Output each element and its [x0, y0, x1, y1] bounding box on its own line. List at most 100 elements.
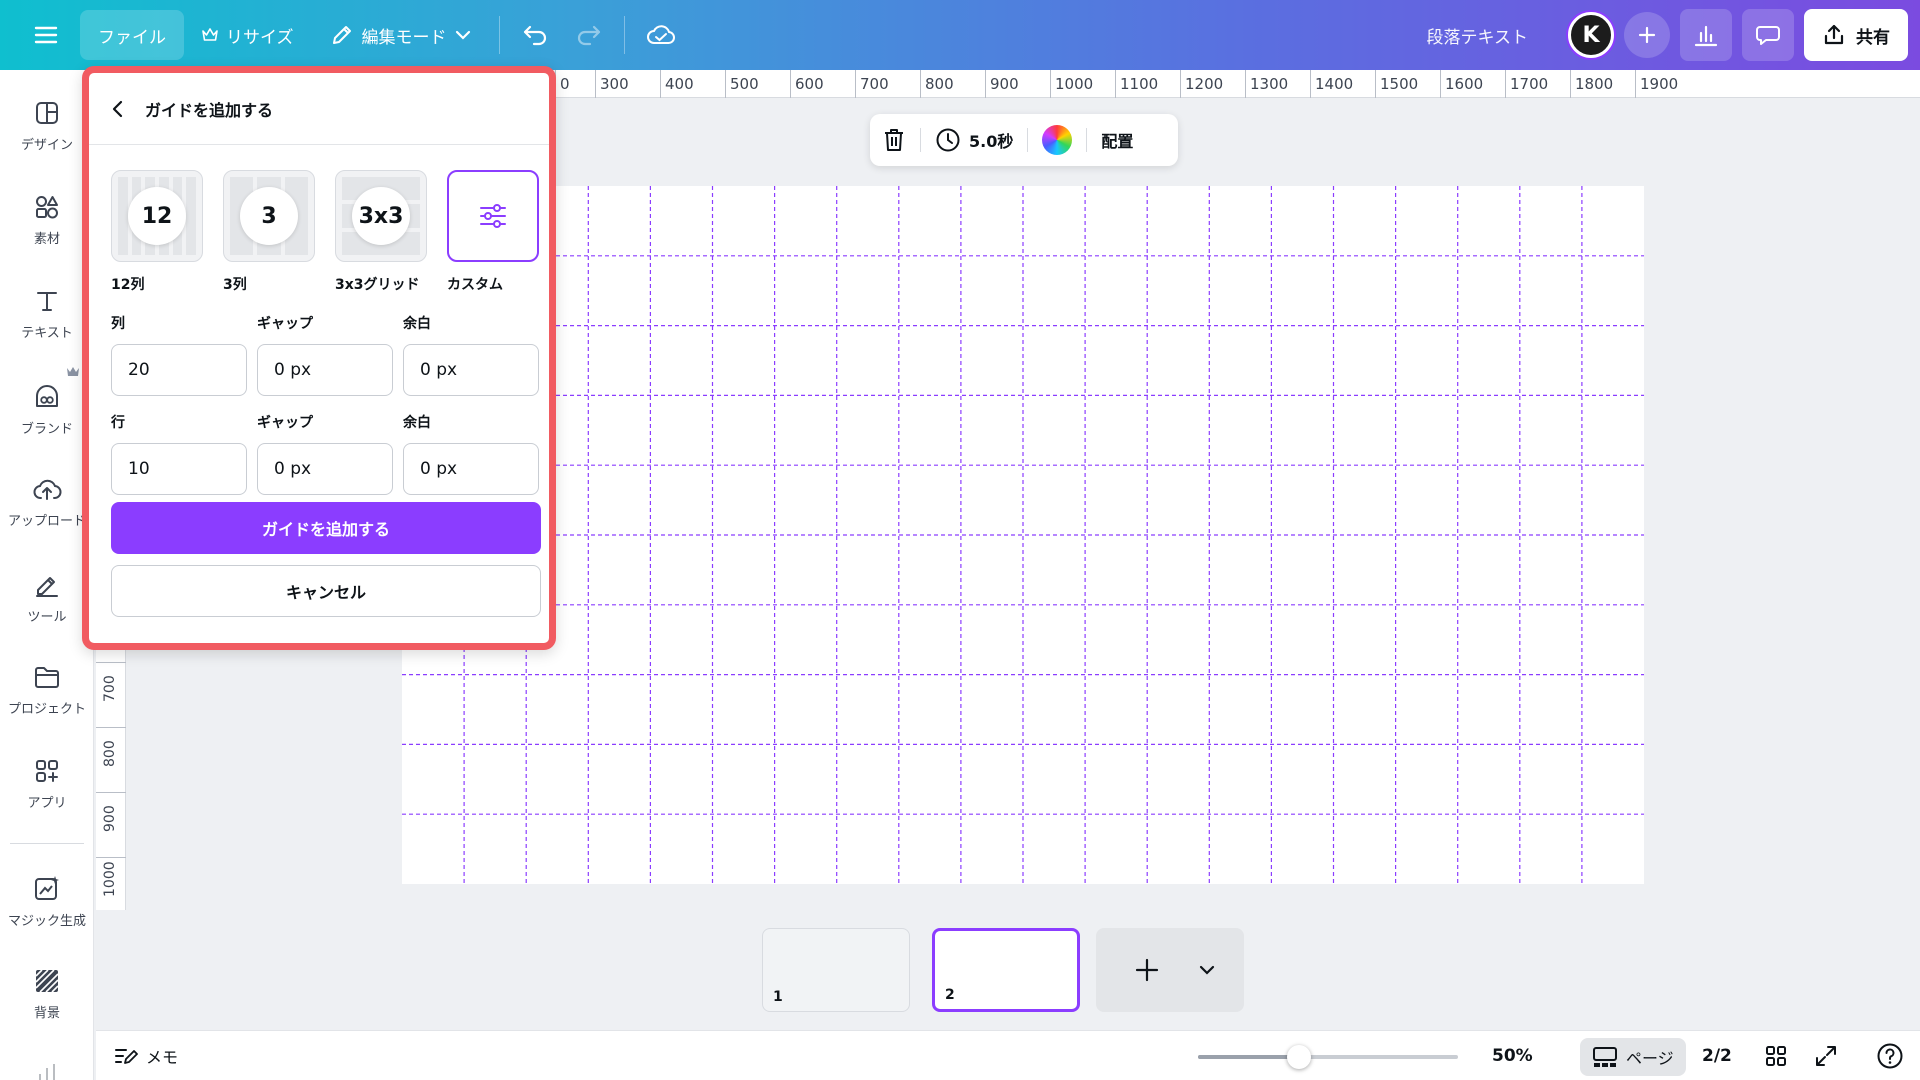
column-gap-input[interactable] — [257, 344, 393, 396]
pages-view-button[interactable]: ページ — [1580, 1038, 1686, 1076]
document-title[interactable]: 段落テキスト — [1427, 23, 1529, 48]
resize-button[interactable]: リサイズ — [184, 10, 312, 60]
duration-label: 5.0秒 — [969, 132, 1014, 151]
row-margin-input[interactable] — [403, 443, 539, 495]
plus-icon[interactable] — [1134, 957, 1160, 983]
ruler-label: 300 — [600, 75, 629, 93]
cloud-saved-icon[interactable] — [635, 9, 687, 61]
ruler-label: 1900 — [1640, 75, 1679, 93]
sidebar-item-apps[interactable]: アプリ — [0, 758, 94, 811]
ruler-label: 1200 — [1185, 75, 1224, 93]
sidebar-item-elements[interactable]: 素材 — [0, 194, 94, 247]
add-page-button[interactable] — [1096, 928, 1244, 1012]
preset-12-columns[interactable]: 12 — [111, 170, 203, 262]
add-collaborator-button[interactable] — [1624, 12, 1670, 58]
toolbar-separator — [1027, 128, 1029, 152]
edit-mode-button[interactable]: 編集モード — [312, 10, 489, 60]
redo-icon[interactable] — [562, 9, 614, 61]
add-guides-panel: ガイドを追加する 12 3 3x3 12列 3列 3x3グリッド カスタム 列 … — [82, 66, 556, 650]
share-label: 共有 — [1856, 27, 1890, 48]
column-margin-input[interactable] — [403, 344, 539, 396]
zoom-percent[interactable]: 50% — [1492, 1031, 1533, 1080]
preset-custom[interactable] — [447, 170, 539, 262]
ruler-tick — [595, 70, 596, 98]
arrange-button[interactable]: 配置 — [1101, 128, 1133, 152]
sidebar-item-label: デザイン — [20, 138, 73, 153]
color-picker-icon[interactable] — [1042, 125, 1073, 155]
insights-button[interactable] — [1680, 9, 1732, 61]
sidebar-item-brand[interactable]: ブランド — [0, 382, 94, 437]
sidebar-item-projects[interactable]: プロジェクト — [0, 664, 94, 717]
sidebar-item-tools[interactable]: ツール — [0, 570, 94, 625]
avatar[interactable]: K — [1568, 12, 1614, 58]
page-count[interactable]: 2/2 — [1702, 1031, 1732, 1080]
page-number: 2 — [945, 987, 955, 1003]
preset-3-columns[interactable]: 3 — [223, 170, 315, 262]
ruler-tick — [725, 70, 726, 98]
ruler-tick — [985, 70, 986, 98]
row-gap-input[interactable] — [257, 443, 393, 495]
panel-header: ガイドを追加する — [89, 73, 549, 145]
plus-icon — [1638, 26, 1656, 44]
ruler-label: 700 — [860, 75, 889, 93]
crown-icon — [67, 367, 79, 376]
elements-icon — [36, 196, 58, 219]
sidebar-item-label: アプリ — [27, 796, 67, 811]
preset-3x3-grid[interactable]: 3x3 — [335, 170, 427, 262]
share-button[interactable]: 共有 — [1804, 9, 1908, 61]
back-arrow-icon[interactable] — [111, 100, 125, 118]
undo-icon[interactable] — [510, 9, 562, 61]
sidebar-item-design[interactable]: デザイン — [0, 100, 94, 153]
sidebar-item-background[interactable]: 背景 — [0, 968, 94, 1021]
columns-label: 列 — [111, 316, 125, 332]
add-guides-button[interactable]: ガイドを追加する — [111, 502, 541, 554]
ruler-label: 1600 — [1445, 75, 1484, 93]
columns-input[interactable] — [111, 344, 247, 396]
sidebar-item-upload[interactable]: アップロード — [0, 476, 94, 529]
left-sidebar: デザイン 素材 テキスト ブランド アップロード ツール プロジェクト アプリ … — [0, 70, 94, 1080]
help-icon[interactable] — [1876, 1031, 1904, 1080]
vertical-ruler: 700 800 900 1000 — [96, 640, 126, 910]
bar-chart-icon — [1694, 25, 1718, 47]
ruler-label: 1500 — [1380, 75, 1419, 93]
ruler-label: 900 — [102, 805, 118, 832]
ruler-label: 900 — [990, 75, 1019, 93]
page-thumbnail-2[interactable]: 2 — [932, 928, 1080, 1012]
design-canvas[interactable] — [402, 186, 1644, 884]
sidebar-item-label: 素材 — [33, 232, 60, 247]
tools-icon — [36, 577, 58, 597]
page-thumbnail-1[interactable]: 1 — [762, 928, 910, 1012]
ruler-tick — [1635, 70, 1636, 98]
ruler-tick — [1505, 70, 1506, 98]
sidebar-item-magic[interactable]: マジック生成 — [0, 874, 94, 929]
sidebar-item-text[interactable]: テキスト — [0, 288, 94, 341]
zoom-slider[interactable] — [1198, 1045, 1458, 1069]
fullscreen-icon[interactable] — [1814, 1031, 1838, 1080]
cancel-button[interactable]: キャンセル — [111, 565, 541, 617]
rows-input[interactable] — [111, 443, 247, 495]
notes-button[interactable]: メモ — [114, 1031, 178, 1080]
ruler-label: 700 — [102, 675, 118, 702]
crown-icon — [202, 28, 218, 41]
ruler-tick — [1050, 70, 1051, 98]
file-menu-label: ファイル — [98, 27, 166, 48]
trash-icon[interactable] — [882, 127, 906, 153]
ruler-tick — [855, 70, 856, 98]
column-gap-label: ギャップ — [257, 316, 313, 332]
preset-label: 3x3グリッド — [335, 277, 420, 293]
pages-icon — [1593, 1047, 1617, 1067]
ruler-tick — [1440, 70, 1441, 98]
ruler-tick — [96, 662, 126, 663]
chevron-down-icon[interactable] — [1198, 964, 1216, 976]
comments-button[interactable] — [1742, 9, 1794, 61]
ruler-label: 500 — [730, 75, 759, 93]
menu-icon[interactable] — [20, 9, 72, 61]
file-menu-button[interactable]: ファイル — [80, 10, 184, 60]
ruler-label: 1000 — [1055, 75, 1094, 93]
grid-view-icon[interactable] — [1764, 1031, 1788, 1080]
zoom-slider-handle[interactable] — [1287, 1045, 1311, 1069]
preset-symbol: 3x3 — [352, 187, 410, 245]
duration-button[interactable]: 5.0秒 — [935, 127, 1013, 153]
guide-grid — [402, 186, 1644, 884]
preset-symbol: 12 — [128, 187, 186, 245]
